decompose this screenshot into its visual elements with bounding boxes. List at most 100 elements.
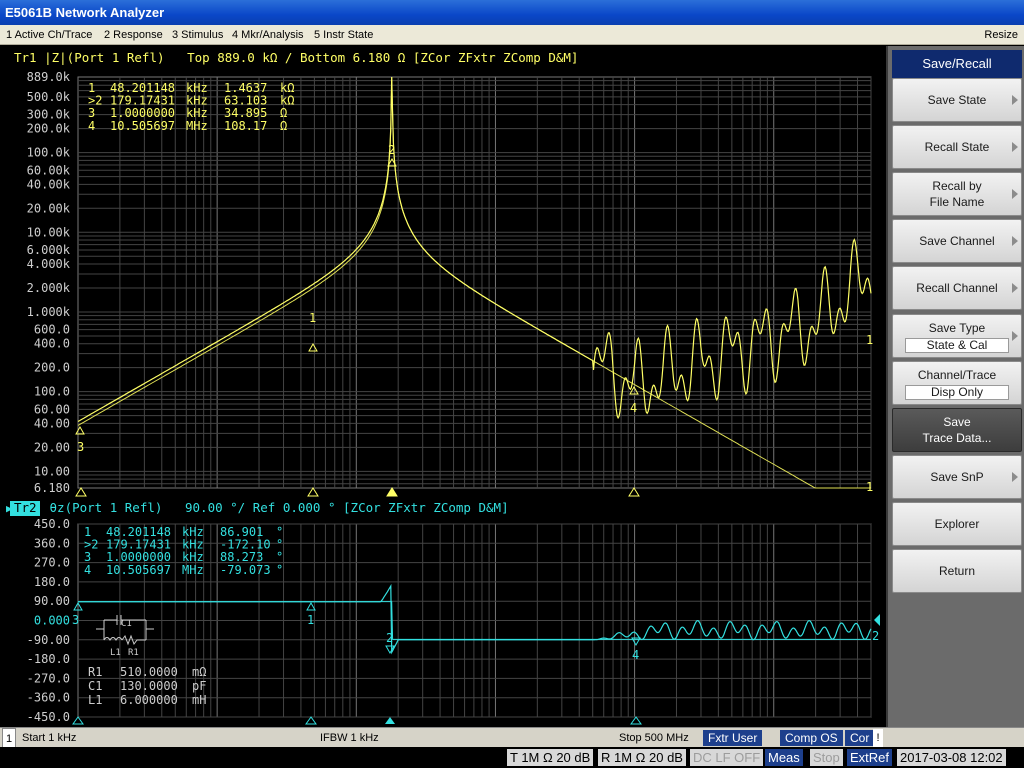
softkey-label: Channel/Trace xyxy=(917,367,997,382)
trace2-marker-table-cell: ° xyxy=(276,563,283,577)
trace1-y-tick: 6.000k xyxy=(27,243,71,257)
trace2-y-tick: 360.0 xyxy=(34,536,70,550)
chevron-right-icon xyxy=(1012,283,1018,293)
trace2-y-tick: -90.00 xyxy=(27,633,70,647)
trace1-y-tick: 600.0 xyxy=(34,323,70,337)
trace1-id: Tr1 xyxy=(14,50,37,65)
menu-response[interactable]: 2 Response xyxy=(104,25,163,45)
window-title: E5061B Network Analyzer xyxy=(5,5,165,20)
svg-text:L1: L1 xyxy=(88,693,102,707)
if-bandwidth[interactable]: IFBW 1 kHz xyxy=(320,728,379,748)
softkey-label: Return xyxy=(938,564,976,578)
menu-bar: 1 Active Ch/Trace 2 Response 3 Stimulus … xyxy=(0,25,1024,45)
trace1-marker-table-cell: 4 xyxy=(88,119,95,133)
svg-text:510.0000: 510.0000 xyxy=(120,665,178,679)
menu-instr-state[interactable]: 5 Instr State xyxy=(314,25,373,45)
svg-text:R1: R1 xyxy=(88,665,102,679)
softkey-channel-trace[interactable]: Channel/Trace Disp Only xyxy=(892,361,1022,405)
softkey-panel: Save/Recall Save State Recall State Recall… xyxy=(886,46,1024,727)
trace1-marker-1[interactable]: 1 xyxy=(308,311,318,352)
chevron-right-icon xyxy=(1012,189,1018,199)
chevron-right-icon xyxy=(1012,331,1018,341)
trace1-y-tick: 100.0 xyxy=(34,385,70,399)
trace2-marker-table-cell: 4 xyxy=(84,563,91,577)
ext-ref-status: ExtRef xyxy=(847,749,893,766)
softkey-label: Recall Channel xyxy=(916,281,998,295)
menu-mkr-analysis[interactable]: 4 Mkr/Analysis xyxy=(232,25,304,45)
trace1-y-tick: 60.00k xyxy=(27,163,71,177)
softkey-return[interactable]: Return xyxy=(892,549,1022,593)
stim2-marker-3-tri xyxy=(72,716,84,725)
trace1-right-bottom-label: 1 xyxy=(866,480,873,494)
softkey-save-snp[interactable]: Save SnP xyxy=(892,455,1022,499)
trace1-grid xyxy=(77,76,872,489)
softkey-explorer[interactable]: Explorer xyxy=(892,502,1022,546)
svg-text:2: 2 xyxy=(388,143,395,157)
trace1-y-tick: 200.0k xyxy=(27,122,71,136)
window-title-bar: E5061B Network Analyzer xyxy=(0,0,1024,25)
trace2-marker-3[interactable]: 3 xyxy=(72,601,83,627)
trace2-y-tick: 90.00 xyxy=(34,594,70,608)
chevron-right-icon xyxy=(1012,236,1018,246)
trace1-y-tick: 2.000k xyxy=(27,281,71,295)
softkey-save-type[interactable]: Save Type State & Cal xyxy=(892,314,1022,358)
channel-number[interactable]: 1 xyxy=(2,728,16,748)
circuit-label-c1: C1 xyxy=(121,619,132,629)
trace2-y-tick: -450.0 xyxy=(27,710,70,724)
svg-text:C1: C1 xyxy=(88,679,102,693)
trace1-marker-3[interactable]: 3 xyxy=(75,425,85,454)
trace1-y-tick: 20.00 xyxy=(34,440,70,454)
trace1-right-ref-label: 1 xyxy=(866,333,873,347)
resize-button[interactable]: Resize xyxy=(984,25,1018,45)
softkey-label: Recall State xyxy=(924,140,990,154)
softkey-recall-channel[interactable]: Recall Channel xyxy=(892,266,1022,310)
chevron-right-icon xyxy=(1012,472,1018,482)
trace2-y-axis: 450.0 360.0 270.0 180.0 90.00 0.000 -90.00 -180… xyxy=(27,517,70,724)
softkey-save-state[interactable]: Save State xyxy=(892,78,1022,122)
softkey-save-channel[interactable]: Save Channel xyxy=(892,219,1022,263)
measurement-display: Tr1 |Z|(Port 1 Refl) Top 889.0 kΩ / Bott… xyxy=(6,50,880,725)
menu-stimulus[interactable]: 3 Stimulus xyxy=(172,25,223,45)
softkey-recall-state[interactable]: Recall State xyxy=(892,125,1022,169)
trace2-marker-1[interactable]: 1 xyxy=(306,601,316,627)
trace2-ref-right-tri xyxy=(874,614,880,626)
trace2-marker-4[interactable]: 4 xyxy=(631,637,641,662)
stim2-marker-4-tri xyxy=(630,716,642,725)
svg-text:4: 4 xyxy=(632,648,639,662)
trace1-y-tick: 500.0k xyxy=(27,90,71,104)
trace2-marker-table-cell: MHz xyxy=(182,563,204,577)
svg-text:6.000000: 6.000000 xyxy=(120,693,178,707)
trace1-y-tick: 40.00k xyxy=(27,177,71,191)
softkey-label: Explorer xyxy=(934,517,980,531)
stop-frequency[interactable]: Stop 500 MHz xyxy=(619,728,689,748)
port-t-setting: T 1M Ω 20 dB xyxy=(507,749,594,766)
trace1-y-tick: 300.0k xyxy=(27,108,71,122)
trace1-header-text: |Z|(Port 1 Refl) Top 889.0 kΩ / Bottom 6… xyxy=(37,50,579,65)
trace2-active-arrow: ▶ xyxy=(6,502,13,515)
trace2-right-label: 2 xyxy=(872,629,879,643)
svg-text:3: 3 xyxy=(72,613,79,627)
svg-text:mH: mH xyxy=(192,693,206,707)
compensation-status: Comp OS xyxy=(780,730,843,746)
instrument-status-bar: T 1M Ω 20 dB R 1M Ω 20 dB DC LF OFF Meas… xyxy=(0,747,1024,768)
menu-active-ch-trace[interactable]: 1 Active Ch/Trace xyxy=(6,25,92,45)
trace1-y-tick: 10.00 xyxy=(34,464,70,478)
trace2-header-text: θz(Port 1 Refl) 90.00 °/ Ref 0.000 ° [ZC… xyxy=(42,500,509,515)
svg-text:1: 1 xyxy=(307,613,314,627)
softkey-recall-by-file-name[interactable]: Recall by File Name xyxy=(892,172,1022,216)
softkey-label: Save State xyxy=(927,93,987,107)
trace2-y-tick: -270.0 xyxy=(27,671,70,685)
softkey-save-trace-data[interactable]: Save Trace Data... xyxy=(892,408,1022,452)
trace1-marker-table-cell: MHz xyxy=(186,119,208,133)
circuit-label-l1: L1 xyxy=(110,648,121,658)
trace2-marker-table-cell: 10.505697 xyxy=(106,563,171,577)
trace1-y-tick: 200.0 xyxy=(34,361,70,375)
trace1-marker-table: 1 48.201148 kHz 1.4637 kΩ>2 179.17431 kHz 63.10… xyxy=(88,81,294,133)
stim-marker-1-tri xyxy=(307,487,319,497)
trace2-marker-table-cell: -79.073 xyxy=(220,563,271,577)
circuit-label-r1: R1 xyxy=(128,648,139,658)
start-frequency[interactable]: Start 1 kHz xyxy=(22,728,76,748)
trace1-y-tick: 10.00k xyxy=(27,225,71,239)
trace1-y-tick: 889.0k xyxy=(27,70,71,84)
trace1-y-tick: 400.0 xyxy=(34,337,70,351)
